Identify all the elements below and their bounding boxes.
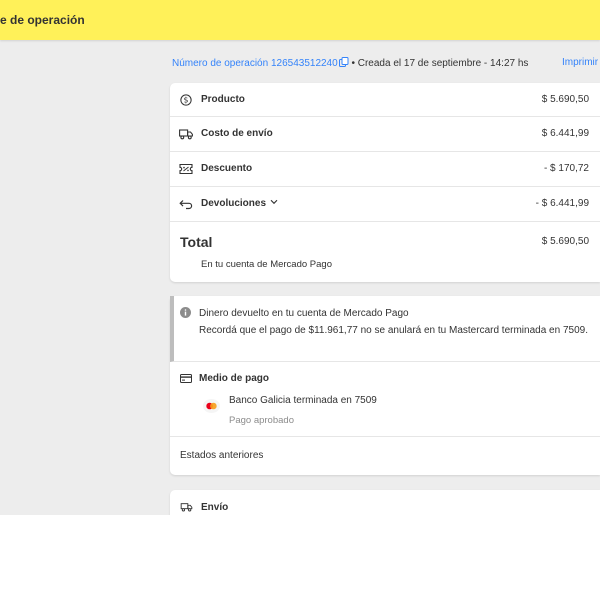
payment-bank: Banco Galicia terminada en 7509: [229, 395, 377, 406]
print-link[interactable]: Imprimir: [562, 57, 598, 68]
shipping-card: Envío: [170, 490, 600, 515]
mastercard-logo: [203, 399, 220, 413]
summary-row-label: Descuento: [201, 163, 253, 174]
dollar-circle-icon: $: [180, 94, 192, 106]
refund-notice-description: Recordá que el pago de $11.961,77 no se …: [199, 325, 588, 336]
page-viewport: e de operación Número de operación 12654…: [0, 0, 600, 515]
operation-number-text: Número de operación 126543512240: [172, 58, 338, 69]
truck-icon: [179, 129, 193, 140]
summary-row-amount: $ 6.441,99: [541, 128, 589, 139]
shipping-label: Envío: [201, 502, 229, 513]
summary-row-amount: - $ 6.441,99: [535, 198, 589, 209]
payment-card: Dinero devuelto en tu cuenta de Mercado …: [170, 296, 600, 475]
coupon-icon: [179, 163, 193, 175]
refund-notice: Dinero devuelto en tu cuenta de Mercado …: [170, 296, 600, 362]
summary-row-descuento: Descuento - $ 170,72: [170, 152, 600, 187]
summary-row-producto: $ Producto $ 5.690,50: [170, 83, 600, 117]
summary-row-envio: Costo de envío $ 6.441,99: [170, 117, 600, 152]
summary-row-amount: - $ 170,72: [543, 163, 589, 174]
return-arrow-icon: [179, 200, 193, 210]
devoluciones-toggle[interactable]: Devoluciones: [201, 198, 278, 209]
total-label: Total: [180, 234, 213, 250]
svg-text:$: $: [184, 96, 189, 105]
operation-created-date: • Creada el 17 de septiembre - 14:27 hs: [351, 58, 529, 69]
summary-row-label: Producto: [201, 94, 245, 105]
total-amount: $ 5.690,50: [541, 236, 589, 247]
chevron-down-icon: [270, 199, 278, 205]
truck-icon: [180, 503, 193, 512]
info-icon: [180, 307, 191, 318]
credit-card-icon: [180, 374, 192, 383]
summary-row-label: Devoluciones: [201, 198, 267, 209]
payment-method-section: Medio de pago Banco Galicia terminada en…: [170, 362, 600, 437]
previous-states-link[interactable]: Estados anteriores: [180, 450, 263, 461]
payment-status: Pago aprobado: [229, 415, 294, 426]
operation-info-line: Número de operación 126543512240 • Cread…: [172, 57, 600, 69]
page-title: e de operación: [0, 13, 85, 27]
header-bar: e de operación: [0, 0, 600, 40]
summary-row-amount: $ 5.690,50: [541, 94, 589, 105]
copy-icon[interactable]: [338, 57, 349, 67]
payment-method-title: Medio de pago: [199, 373, 269, 384]
summary-row-label: Costo de envío: [201, 128, 273, 139]
total-destination: En tu cuenta de Mercado Pago: [201, 259, 332, 270]
summary-row-devoluciones[interactable]: Devoluciones - $ 6.441,99: [170, 187, 600, 222]
operation-number-link[interactable]: Número de operación 126543512240: [172, 57, 349, 69]
mastercard-icon: [206, 402, 217, 410]
summary-card: $ Producto $ 5.690,50 Costo de envío $ 6…: [170, 83, 600, 282]
refund-notice-title: Dinero devuelto en tu cuenta de Mercado …: [199, 308, 409, 319]
